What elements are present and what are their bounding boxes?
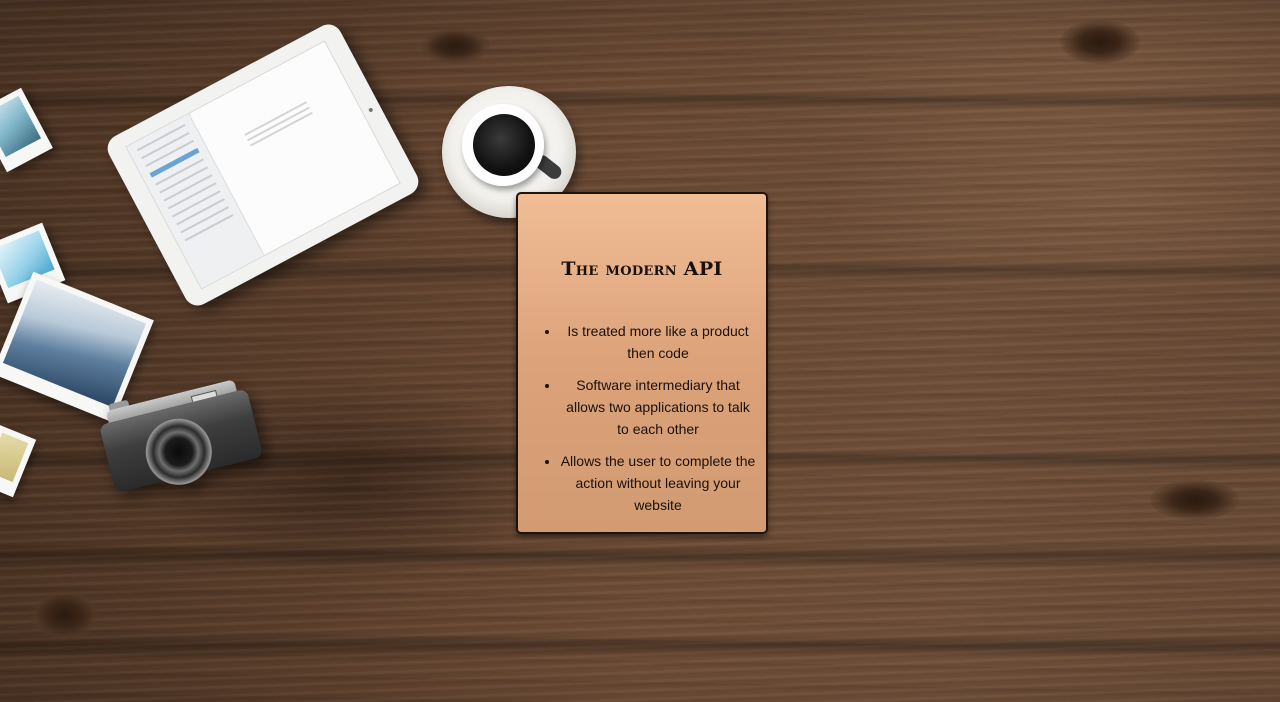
- wood-knot: [420, 28, 490, 64]
- bullet-list: Is treated more like a product then code…: [538, 320, 756, 526]
- list-item: Allows the user to complete the action w…: [560, 450, 756, 516]
- coffee-icon: [473, 114, 535, 176]
- list-item: Software intermediary that allows two ap…: [560, 374, 756, 440]
- list-item: Is treated more like a product then code: [560, 320, 756, 364]
- wood-knot: [1150, 480, 1240, 520]
- wood-knot: [30, 590, 100, 640]
- card-title: The modern API: [561, 258, 723, 280]
- wood-knot: [1060, 20, 1140, 64]
- content-card: The modern API Is treated more like a pr…: [516, 192, 768, 534]
